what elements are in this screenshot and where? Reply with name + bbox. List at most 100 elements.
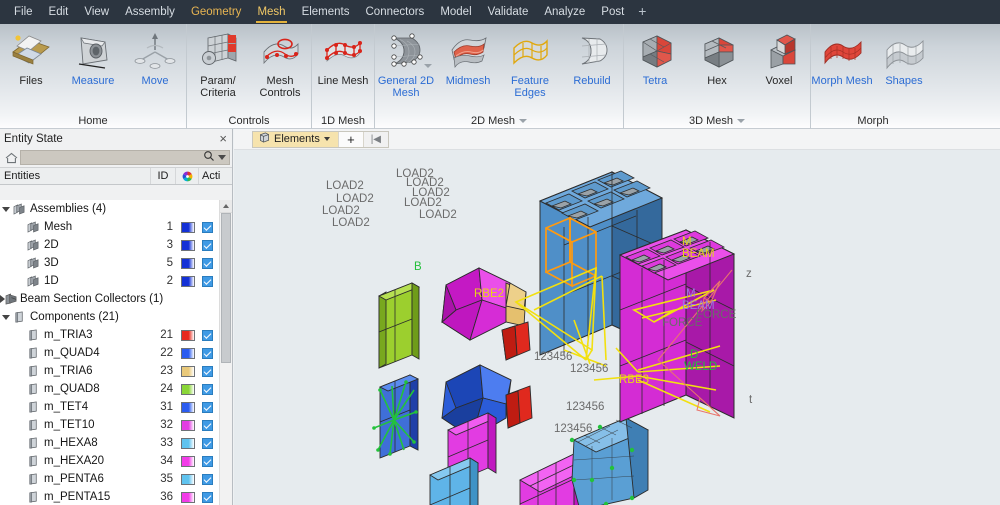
ribbon-button-move[interactable]: Move [124, 24, 186, 87]
component-icon [25, 473, 42, 485]
ribbon-button-rebuild[interactable]: Rebuild [561, 24, 623, 87]
checkbox-checked-icon[interactable] [202, 239, 213, 251]
chevron-down-icon[interactable] [323, 137, 330, 141]
tree-row[interactable]: m_PENTA6 35 [0, 470, 232, 488]
menu-item-post[interactable]: Post [593, 2, 632, 23]
tree-row-color-swatch[interactable] [177, 473, 199, 485]
ribbon-button-shapes[interactable]: Shapes [873, 24, 935, 87]
checkbox-checked-icon[interactable] [202, 401, 213, 413]
checkbox-checked-icon[interactable] [202, 221, 213, 233]
ribbon-button-files[interactable]: Files [0, 24, 62, 87]
tree-row[interactable]: Components (21) [0, 308, 232, 326]
tree-row[interactable]: m_TRIA6 23 [0, 362, 232, 380]
tree-row-color-swatch[interactable] [177, 401, 199, 413]
tree-row-color-swatch[interactable] [177, 221, 199, 233]
tree-row[interactable]: Mesh 1 [0, 218, 232, 236]
checkbox-checked-icon[interactable] [202, 491, 213, 503]
tree-row[interactable]: m_TRIA3 21 [0, 326, 232, 344]
tree-row-color-swatch[interactable] [177, 491, 199, 503]
tree-row[interactable]: m_QUAD4 22 [0, 344, 232, 362]
tree-row[interactable]: 2D 3 [0, 236, 232, 254]
menu-item-assembly[interactable]: Assembly [117, 2, 183, 23]
expand-collapse-icon[interactable] [0, 206, 11, 212]
ribbon-button-feature-edges[interactable]: Feature Edges [499, 24, 561, 99]
checkbox-checked-icon[interactable] [202, 257, 213, 269]
tree-row[interactable]: m_QUAD8 24 [0, 380, 232, 398]
chevron-down-icon[interactable] [218, 155, 226, 160]
color-wheel-icon [176, 168, 199, 184]
tree-row-color-swatch[interactable] [177, 365, 199, 377]
checkbox-checked-icon[interactable] [202, 329, 213, 341]
tree-row-color-swatch[interactable] [177, 437, 199, 449]
checkbox-checked-icon[interactable] [202, 455, 213, 467]
ribbon-button-mesh-controls[interactable]: Mesh Controls [249, 24, 311, 99]
tree-row[interactable]: 3D 5 [0, 254, 232, 272]
ribbon-button-line-mesh[interactable]: Line Mesh [312, 24, 374, 87]
checkbox-checked-icon[interactable] [202, 347, 213, 359]
checkbox-checked-icon[interactable] [202, 473, 213, 485]
home-icon[interactable] [2, 150, 20, 166]
viewport-annotation: z [746, 268, 752, 280]
tree-row[interactable]: m_TET10 32 [0, 416, 232, 434]
ribbon-group-name-text: 3D Mesh [688, 115, 734, 127]
scroll-up-icon[interactable] [220, 200, 232, 213]
tree-row-color-swatch[interactable] [177, 239, 199, 251]
ribbon-button-tetra[interactable]: Tetra [624, 24, 686, 87]
ribbon-button-midmesh[interactable]: Midmesh [437, 24, 499, 87]
checkbox-checked-icon[interactable] [202, 437, 213, 449]
menu-item-elements[interactable]: Elements [294, 2, 358, 23]
tree-row-color-swatch[interactable] [177, 419, 199, 431]
color-swatch [181, 473, 195, 485]
chevron-down-icon[interactable] [424, 64, 432, 68]
menu-item-geometry[interactable]: Geometry [183, 2, 250, 23]
chevron-down-icon[interactable] [737, 119, 746, 124]
checkbox-checked-icon[interactable] [202, 383, 213, 395]
checkbox-checked-icon[interactable] [202, 419, 213, 431]
reset-selection-button[interactable]: |◀ [363, 131, 388, 147]
viewport-annotation: D [690, 349, 698, 361]
add-tab-icon[interactable]: + [632, 1, 652, 23]
ribbon-button-param-criteria[interactable]: Param/ Criteria [187, 24, 249, 99]
menu-item-model[interactable]: Model [432, 2, 479, 23]
tree-row[interactable]: m_TET4 31 [0, 398, 232, 416]
tree-row-color-swatch[interactable] [177, 383, 199, 395]
model-viewport[interactable]: LOAD2 LOAD2 LOAD2 LOAD2 LOAD2 LOAD2 LOAD2 LOAD2… [234, 150, 1000, 505]
tree-row-color-swatch[interactable] [177, 455, 199, 467]
tree-row[interactable]: Assemblies (4) [0, 200, 232, 218]
checkbox-checked-icon[interactable] [202, 365, 213, 377]
tree-row-color-swatch[interactable] [177, 275, 199, 287]
ribbon-button-morph-mesh[interactable]: Morph Mesh [811, 24, 873, 87]
ribbon-button-hex[interactable]: Hex [686, 24, 748, 87]
add-button[interactable]: + [338, 131, 364, 147]
menu-item-validate[interactable]: Validate [480, 2, 537, 23]
tree-row-color-swatch[interactable] [177, 329, 199, 341]
menu-item-connectors[interactable]: Connectors [358, 2, 433, 23]
menu-item-edit[interactable]: Edit [41, 2, 77, 23]
ribbon-button-label: Rebuild [573, 75, 611, 87]
viewport-annotation: 123456 [534, 351, 572, 363]
entity-type-selector[interactable]: Elements [253, 131, 339, 147]
tree-row[interactable]: m_HEXA8 33 [0, 434, 232, 452]
tree-row-color-swatch[interactable] [177, 257, 199, 269]
tree-row[interactable]: 1D 2 [0, 272, 232, 290]
viewport-annotation: BEAM [682, 248, 715, 260]
tree-row-color-swatch[interactable] [177, 347, 199, 359]
tree-row[interactable]: m_PENTA15 36 [0, 488, 232, 505]
scrollbar-thumb[interactable] [221, 213, 231, 363]
menu-item-analyze[interactable]: Analyze [536, 2, 593, 23]
close-icon[interactable]: × [219, 132, 227, 145]
ribbon-button-general-2d-mesh[interactable]: General 2D Mesh [375, 24, 437, 99]
expand-collapse-icon[interactable] [0, 314, 11, 320]
entity-tree[interactable]: Assemblies (4) Mesh 1 2D 3 3D 5 1D 2 Beam Section… [0, 200, 232, 505]
ribbon-button-voxel[interactable]: Voxel [748, 24, 810, 87]
search-input[interactable] [20, 150, 230, 165]
menu-item-view[interactable]: View [76, 2, 117, 23]
tree-row[interactable]: m_HEXA20 34 [0, 452, 232, 470]
ribbon-button-measure[interactable]: Measure [62, 24, 124, 87]
menu-item-file[interactable]: File [6, 2, 41, 23]
tree-row[interactable]: Beam Section Collectors (1) [0, 290, 232, 308]
checkbox-checked-icon[interactable] [202, 275, 213, 287]
tree-scrollbar[interactable] [219, 200, 232, 505]
menu-item-mesh[interactable]: Mesh [249, 2, 293, 23]
chevron-down-icon[interactable] [519, 119, 528, 124]
